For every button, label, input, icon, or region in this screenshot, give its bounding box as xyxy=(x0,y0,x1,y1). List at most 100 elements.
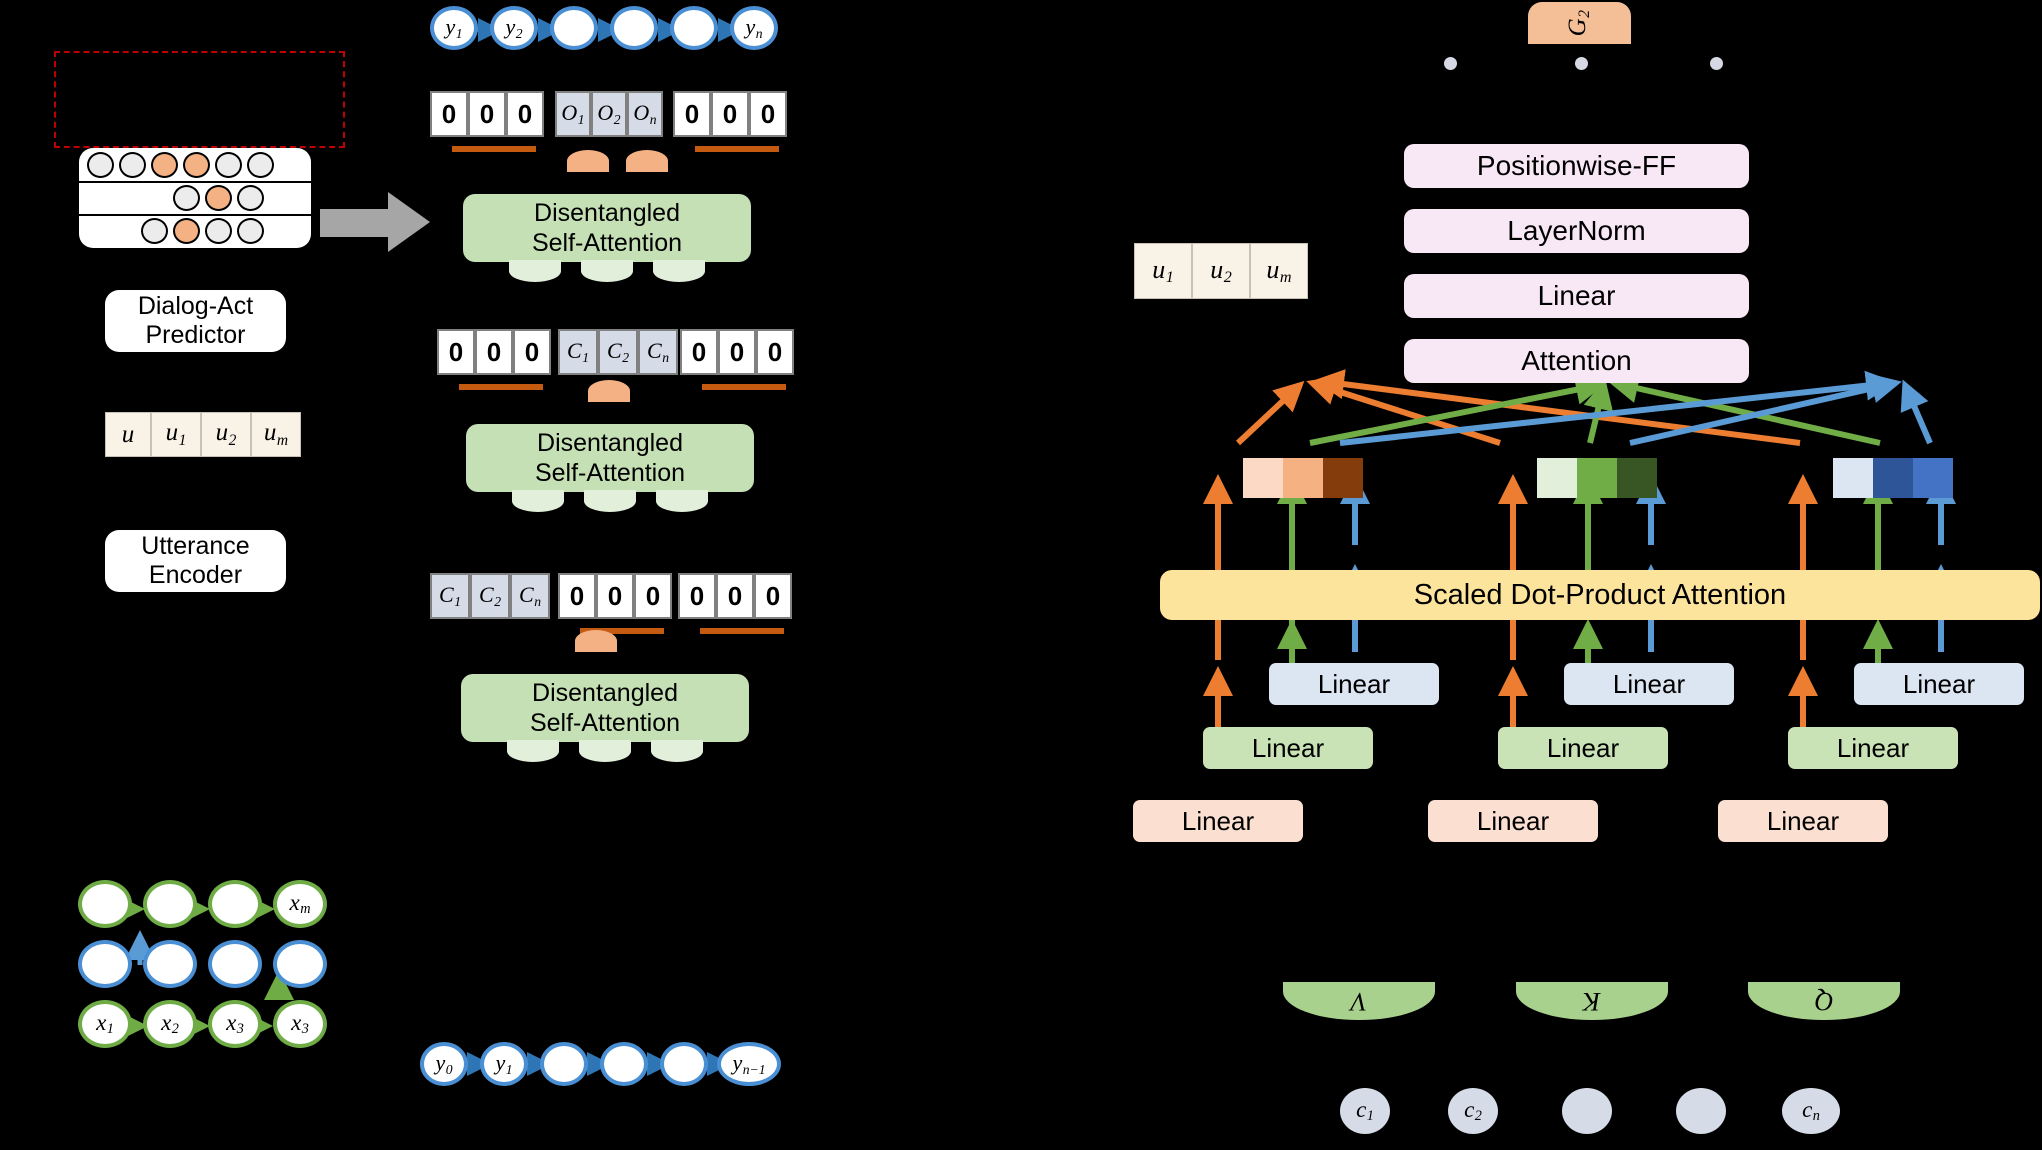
group-underline xyxy=(459,384,543,390)
zero-cell: 0 xyxy=(754,573,792,619)
input-node-y1: y1 xyxy=(480,1042,528,1086)
utterance-token-strip: u u1 u2 um xyxy=(105,412,301,457)
green-foot xyxy=(584,490,636,512)
dialog-act-predictor-line1: Dialog-Act xyxy=(137,291,254,320)
linear-green-3[interactable]: Linear xyxy=(1788,727,1958,769)
head-output-orange xyxy=(1243,458,1363,498)
head-cell xyxy=(1833,458,1873,498)
dialog-act-predictor-box[interactable]: Dialog-Act Predictor xyxy=(105,290,286,352)
birnn-node xyxy=(143,940,197,988)
zero-cell: 0 xyxy=(749,91,787,137)
transformer-layer-attention[interactable]: Attention xyxy=(1404,339,1749,383)
zero-cell: 0 xyxy=(716,573,754,619)
context-circle-c1: c1 xyxy=(1340,1088,1390,1134)
disentangled-self-attention-2[interactable]: Disentangled Self-Attention xyxy=(466,380,754,512)
linear-blue-3[interactable]: Linear xyxy=(1854,663,2024,705)
token-cell-C2: C2 xyxy=(598,329,638,375)
orange-cap xyxy=(575,630,617,652)
zero-cell: 0 xyxy=(558,573,596,619)
group-underline xyxy=(702,384,786,390)
zero-cell: 0 xyxy=(680,329,718,375)
dsa-line1: Disentangled xyxy=(534,199,680,227)
green-foot xyxy=(579,740,631,762)
utterance-encoder-line2: Encoder xyxy=(148,561,243,589)
matrix-row xyxy=(87,152,303,178)
utterance-token: um xyxy=(1250,243,1308,299)
zero-cell: 0 xyxy=(711,91,749,137)
token-cell-On: On xyxy=(627,91,663,137)
birnn-node-xm: xm xyxy=(273,880,327,928)
matrix-row xyxy=(141,218,303,244)
birnn-node-x3: x3 xyxy=(208,1000,262,1048)
head-output-blue xyxy=(1833,458,1953,498)
ellipsis-dot xyxy=(1575,57,1588,70)
dsa-line2: Self-Attention xyxy=(534,459,686,487)
disentangled-block-body: Disentangled Self-Attention xyxy=(461,674,749,742)
dashed-placeholder-box xyxy=(54,51,345,148)
head-cell xyxy=(1243,458,1283,498)
transformer-layer-linear[interactable]: Linear xyxy=(1404,274,1749,318)
birnn-node-x3b: x3 xyxy=(273,1000,327,1048)
token-cell-C1: C1 xyxy=(558,329,598,375)
transformer-layer-positionwise-ff[interactable]: Positionwise-FF xyxy=(1404,144,1749,188)
utterance-token: u1 xyxy=(151,412,201,457)
utterance-token: u2 xyxy=(1192,243,1250,299)
zero-cell: 0 xyxy=(673,91,711,137)
ellipsis-dot xyxy=(1710,57,1723,70)
linear-peach-2[interactable]: Linear xyxy=(1428,800,1598,842)
qkv-label-v: V xyxy=(1351,987,1367,1016)
birnn-node-x2: x2 xyxy=(143,1000,197,1048)
zero-cell: 0 xyxy=(513,329,551,375)
linear-green-1[interactable]: Linear xyxy=(1203,727,1373,769)
linear-blue-2[interactable]: Linear xyxy=(1564,663,1734,705)
zero-cell: 0 xyxy=(506,91,544,137)
orange-cap xyxy=(567,150,609,172)
context-circle-c2: c2 xyxy=(1448,1088,1498,1134)
birnn-node xyxy=(208,880,262,928)
head-cell xyxy=(1577,458,1617,498)
zero-cell: 0 xyxy=(718,329,756,375)
utterance-encoder-box[interactable]: Utterance Encoder xyxy=(105,530,286,592)
zero-cell: 0 xyxy=(437,329,475,375)
head-cell xyxy=(1873,458,1913,498)
dsa-line2: Self-Attention xyxy=(529,709,681,737)
green-foot xyxy=(512,490,564,512)
input-node xyxy=(540,1042,588,1086)
utterance-token: um xyxy=(251,412,301,457)
green-foot xyxy=(509,260,561,282)
input-node xyxy=(660,1042,708,1086)
dialog-act-predictor-line2: Predictor xyxy=(145,321,246,349)
qkv-label-k: K xyxy=(1583,987,1601,1016)
utterance-token: u xyxy=(105,412,151,457)
dsa-line2: Self-Attention xyxy=(531,229,683,257)
birnn-node xyxy=(273,940,327,988)
linear-green-2[interactable]: Linear xyxy=(1498,727,1668,769)
linear-peach-3[interactable]: Linear xyxy=(1718,800,1888,842)
scaled-dot-product-attention[interactable]: Scaled Dot-Product Attention xyxy=(1160,570,2040,620)
zero-cell: 0 xyxy=(756,329,794,375)
output-node xyxy=(550,6,598,50)
transformer-layer-layernorm[interactable]: LayerNorm xyxy=(1404,209,1749,253)
ellipsis-dot xyxy=(1444,57,1457,70)
birnn-node-x1: x1 xyxy=(78,1000,132,1048)
utterance-token: u1 xyxy=(1134,243,1192,299)
utterance-encoder-line1: Utterance xyxy=(141,531,250,560)
token-cell-Cn: Cn xyxy=(638,329,678,375)
output-node xyxy=(610,6,658,50)
green-foot xyxy=(651,740,703,762)
birnn-node xyxy=(143,880,197,928)
dialog-act-matrix xyxy=(79,148,311,248)
linear-peach-1[interactable]: Linear xyxy=(1133,800,1303,842)
disentangled-self-attention-1[interactable]: Disentangled Self-Attention xyxy=(463,150,751,282)
disentangled-self-attention-3[interactable]: Disentangled Self-Attention xyxy=(461,630,749,762)
head-cell xyxy=(1913,458,1953,498)
gate-badge-g2: G2 xyxy=(1528,2,1631,44)
token-cell-O2: O2 xyxy=(591,91,627,137)
token-cell-C1: C1 xyxy=(430,573,470,619)
head-cell xyxy=(1283,458,1323,498)
orange-cap xyxy=(588,380,630,402)
linear-blue-1[interactable]: Linear xyxy=(1269,663,1439,705)
output-node-y1: y1 xyxy=(430,6,478,50)
group-underline xyxy=(695,146,779,152)
zero-cell: 0 xyxy=(634,573,672,619)
